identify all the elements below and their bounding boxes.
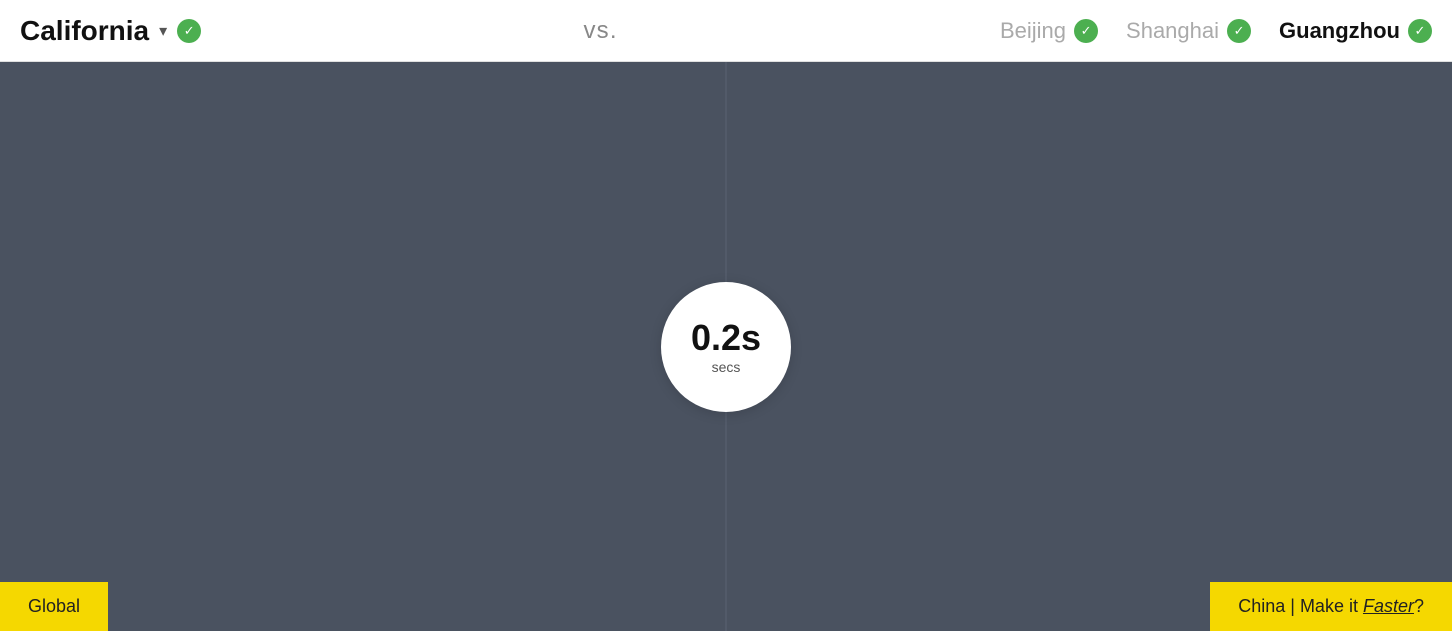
header-right: Beijing ✓ Shanghai ✓ Guangzhou ✓ <box>1000 18 1432 44</box>
guangzhou-check-icon: ✓ <box>1408 19 1432 43</box>
dropdown-arrow-icon[interactable]: ▾ <box>159 21 167 41</box>
badge-china[interactable]: China | Make it Faster? <box>1210 582 1452 631</box>
vs-label: vs. <box>583 17 617 45</box>
location-beijing[interactable]: Beijing ✓ <box>1000 18 1098 44</box>
header: California ▾ ✓ vs. Beijing ✓ Shanghai ✓ … <box>0 0 1452 62</box>
california-check-icon: ✓ <box>177 19 201 43</box>
badge-china-suffix: ? <box>1414 596 1424 616</box>
header-left: California ▾ ✓ <box>20 15 201 47</box>
panel-right <box>726 62 1452 631</box>
badge-global-label: Global <box>28 596 80 616</box>
badge-global[interactable]: Global <box>0 582 108 631</box>
panel-left <box>0 62 726 631</box>
badge-china-prefix: China | Make it <box>1238 596 1363 616</box>
badge-china-link[interactable]: Faster <box>1363 596 1414 616</box>
main-area: 0.2s secs Global China | Make it Faster? <box>0 62 1452 631</box>
beijing-label: Beijing <box>1000 18 1066 44</box>
page-title: California <box>20 15 149 47</box>
timer-value: 0.2s <box>691 318 761 358</box>
location-shanghai[interactable]: Shanghai ✓ <box>1126 18 1251 44</box>
location-guangzhou[interactable]: Guangzhou ✓ <box>1279 18 1432 44</box>
shanghai-check-icon: ✓ <box>1227 19 1251 43</box>
beijing-check-icon: ✓ <box>1074 19 1098 43</box>
shanghai-label: Shanghai <box>1126 18 1219 44</box>
timer-circle: 0.2s secs <box>661 282 791 412</box>
guangzhou-label: Guangzhou <box>1279 18 1400 44</box>
timer-unit: secs <box>712 359 741 375</box>
